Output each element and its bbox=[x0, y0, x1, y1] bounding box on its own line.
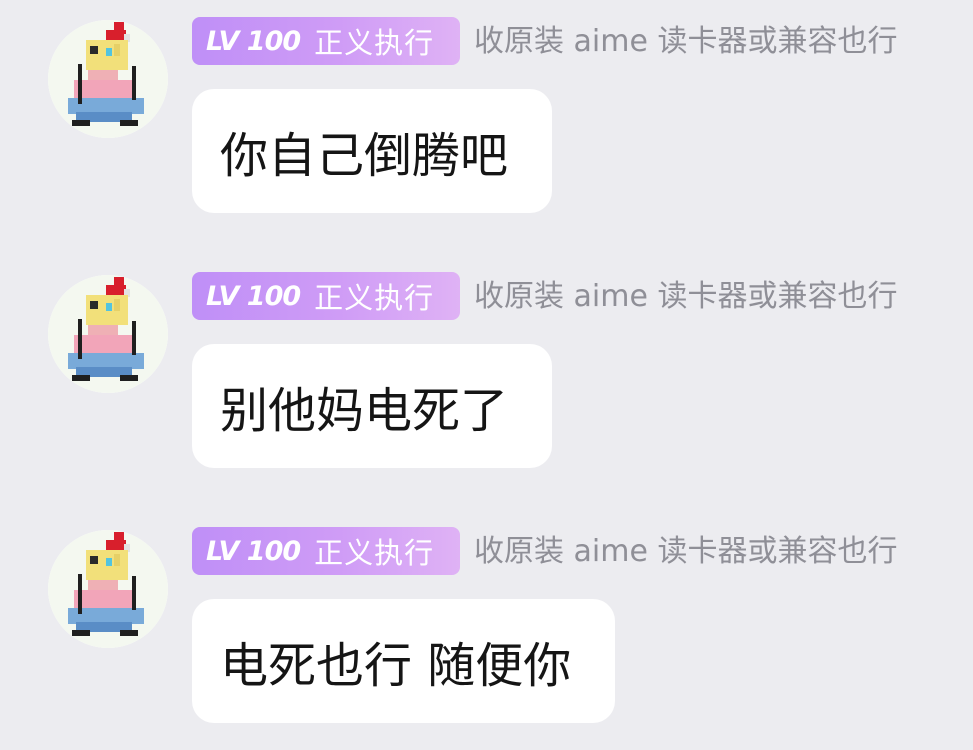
pixel-character-icon bbox=[48, 530, 168, 648]
avatar[interactable] bbox=[48, 530, 168, 648]
sender-name[interactable]: 收原装 aime 读卡器或兼容也行 bbox=[474, 275, 897, 319]
chat-message: LV 100 正义执行 收原装 aime 读卡器或兼容也行 别他妈电死了 bbox=[0, 255, 973, 495]
message-bubble[interactable]: 电死也行 随便你 bbox=[192, 599, 615, 723]
chat-message: LV 100 正义执行 收原装 aime 读卡器或兼容也行 你自己倒腾吧 bbox=[0, 0, 973, 240]
message-bubble[interactable]: 别他妈电死了 bbox=[192, 344, 552, 468]
pixel-character-icon bbox=[48, 20, 168, 138]
avatar[interactable] bbox=[48, 275, 168, 393]
sender-name[interactable]: 收原装 aime 读卡器或兼容也行 bbox=[474, 530, 897, 574]
member-title: 正义执行 bbox=[314, 281, 435, 315]
sender-name[interactable]: 收原装 aime 读卡器或兼容也行 bbox=[474, 20, 897, 64]
level-label: LV 100 bbox=[206, 25, 301, 57]
level-label: LV 100 bbox=[206, 535, 301, 567]
avatar[interactable] bbox=[48, 20, 168, 138]
level-badge: LV 100 正义执行 bbox=[192, 527, 460, 575]
chat-message: LV 100 正义执行 收原装 aime 读卡器或兼容也行 电死也行 随便你 bbox=[0, 510, 973, 750]
level-badge: LV 100 正义执行 bbox=[192, 272, 460, 320]
message-bubble[interactable]: 你自己倒腾吧 bbox=[192, 89, 552, 213]
level-label: LV 100 bbox=[206, 280, 301, 312]
member-title: 正义执行 bbox=[314, 26, 435, 60]
member-title: 正义执行 bbox=[314, 536, 435, 570]
level-badge: LV 100 正义执行 bbox=[192, 17, 460, 65]
pixel-character-icon bbox=[48, 275, 168, 393]
